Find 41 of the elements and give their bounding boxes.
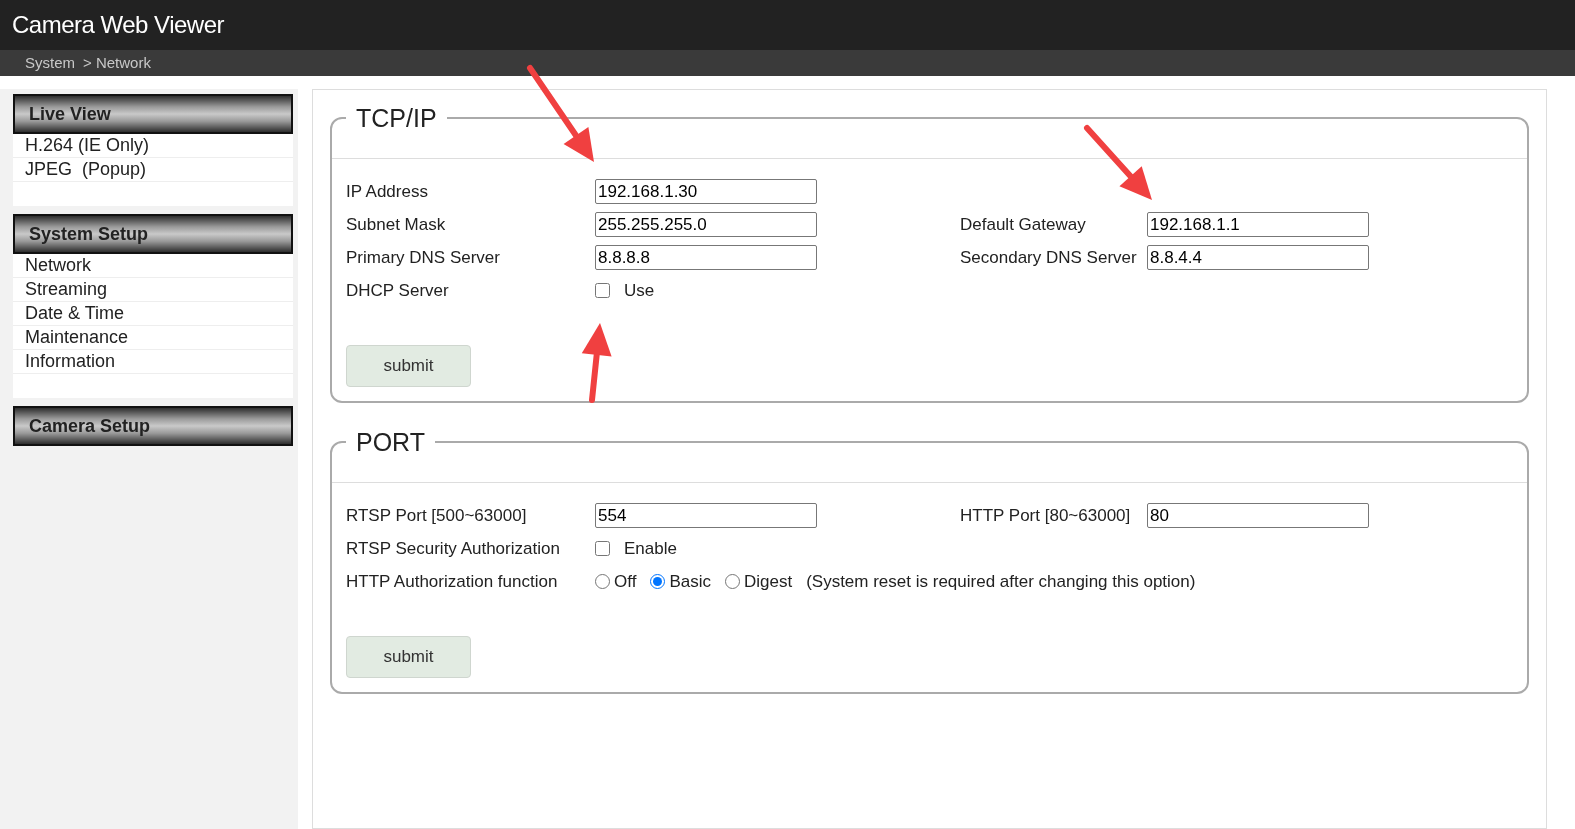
radio-label: Off — [614, 570, 637, 593]
note-text: (System reset is required after changing this option) — [806, 570, 1196, 593]
checkbox-label: Use — [624, 279, 655, 302]
sidebar-item[interactable]: Streaming — [13, 278, 293, 302]
checkbox[interactable] — [595, 283, 610, 298]
checkbox[interactable] — [595, 541, 610, 556]
breadcrumb-item: System — [25, 52, 75, 73]
field-label: Secondary DNS Server — [960, 246, 1138, 269]
field-label: RTSP Port [500~63000] — [346, 504, 528, 527]
app-title: Camera Web Viewer — [12, 10, 225, 40]
field-label: Default Gateway — [960, 213, 1087, 236]
sidebar-heading[interactable]: System Setup — [13, 214, 293, 254]
radio-button[interactable] — [650, 574, 666, 589]
sidebar-item[interactable]: Network — [13, 254, 293, 278]
input-field[interactable]: 192.168.1.1 — [1147, 212, 1369, 237]
radio-label: Digest — [743, 570, 793, 593]
sidebar-item[interactable]: H.264 (IE Only) — [13, 134, 293, 158]
field-label: DHCP Server — [346, 279, 450, 302]
input-field[interactable]: 80 — [1147, 503, 1369, 528]
radio-label: Basic — [669, 570, 711, 593]
field-label: Subnet Mask — [346, 213, 447, 236]
field-label: HTTP Authorization function — [346, 570, 559, 593]
submit-button[interactable]: submit — [346, 345, 471, 387]
radio-button[interactable] — [724, 574, 740, 589]
input-field[interactable]: 8.8.4.4 — [1147, 245, 1369, 270]
input-field[interactable]: 255.255.255.0 — [595, 212, 817, 237]
input-field[interactable]: 8.8.8.8 — [595, 245, 817, 270]
input-field[interactable]: 554 — [595, 503, 817, 528]
checkbox-label: Enable — [624, 537, 677, 560]
sidebar-item[interactable]: Date & Time — [13, 302, 293, 326]
submit-button[interactable]: submit — [346, 636, 471, 678]
field-label: IP Address — [346, 180, 429, 203]
sidebar-heading[interactable]: Live View — [13, 94, 293, 134]
breadcrumb-item: > Network — [83, 52, 151, 73]
sidebar-item[interactable]: Maintenance — [13, 326, 293, 350]
field-label: RTSP Security Authorization — [346, 537, 561, 560]
field-label: Primary DNS Server — [346, 246, 501, 269]
sidebar-heading[interactable]: Camera Setup — [13, 406, 293, 446]
input-field[interactable]: 192.168.1.30 — [595, 179, 817, 204]
radio-button[interactable] — [595, 574, 610, 589]
field-label: HTTP Port [80~63000] — [960, 504, 1132, 527]
